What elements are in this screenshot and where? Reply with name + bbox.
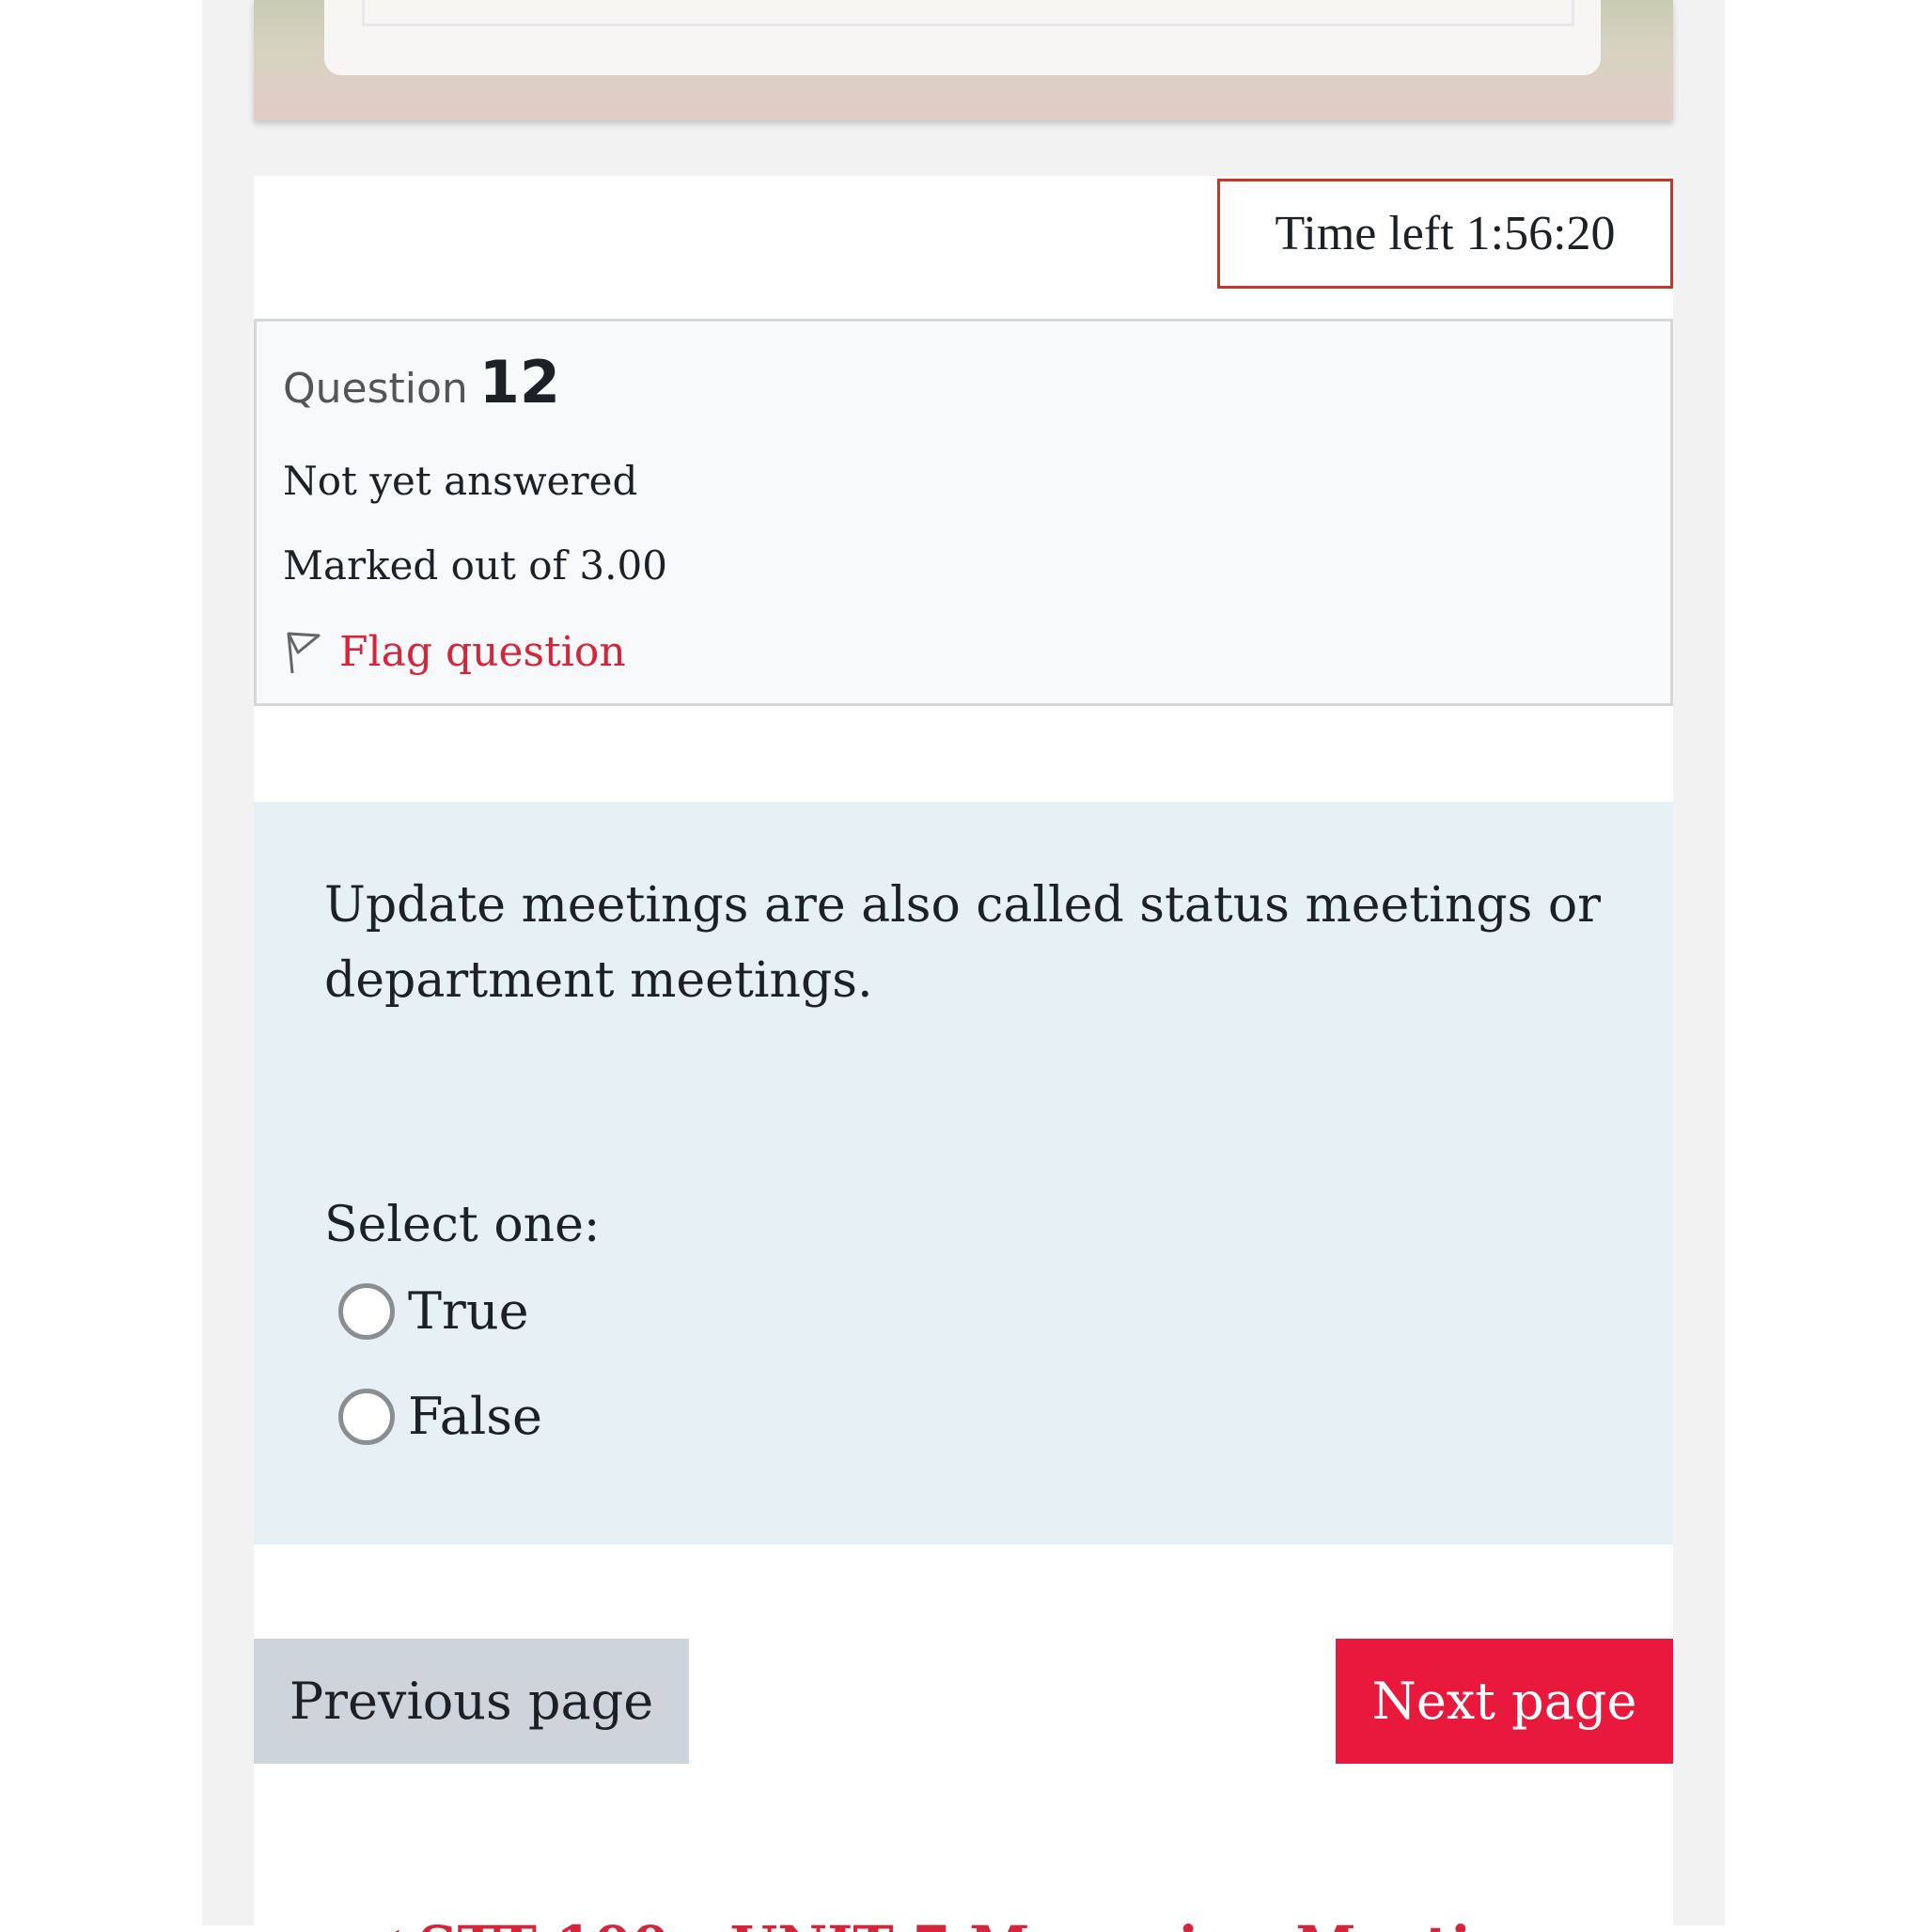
radio-false[interactable] (338, 1388, 395, 1445)
banner-card (324, 0, 1601, 75)
flag-question-label: Flag question (339, 628, 626, 676)
previous-page-button[interactable]: Previous page (254, 1639, 689, 1764)
next-page-button[interactable]: Next page (1336, 1639, 1673, 1764)
flag-question-link[interactable]: Flag question (283, 628, 1644, 676)
quiz-content: Time left 1:56:20 Question 12 Not yet an… (254, 176, 1673, 1932)
question-info-box: Question 12 Not yet answered Marked out … (254, 319, 1673, 706)
question-word: Question (283, 365, 468, 413)
radio-true[interactable] (338, 1282, 395, 1340)
header-banner-image (254, 0, 1673, 120)
question-text: Update meetings are also called status m… (324, 877, 1601, 1009)
question-heading: Question 12 (283, 348, 1644, 423)
select-one-label: Select one: (324, 1197, 601, 1253)
question-marks: Marked out of 3.00 (283, 542, 667, 589)
course-unit-link[interactable]: ◀ STT 100 - UNIT 7 Managing Meetings (357, 1904, 1579, 1932)
quiz-timer: Time left 1:56:20 (1217, 179, 1673, 289)
option-true-label: True (408, 1281, 529, 1341)
question-number: 12 (478, 348, 561, 416)
flag-outline-icon (283, 630, 322, 675)
banner-input-box (362, 0, 1574, 26)
timer-label: Time left 1:56:20 (1275, 207, 1616, 260)
option-false[interactable]: False (338, 1387, 542, 1446)
option-false-label: False (408, 1387, 542, 1446)
question-status: Not yet answered (283, 457, 638, 504)
question-panel: Update meetings are also called status m… (254, 802, 1673, 1545)
option-true[interactable]: True (338, 1281, 529, 1341)
